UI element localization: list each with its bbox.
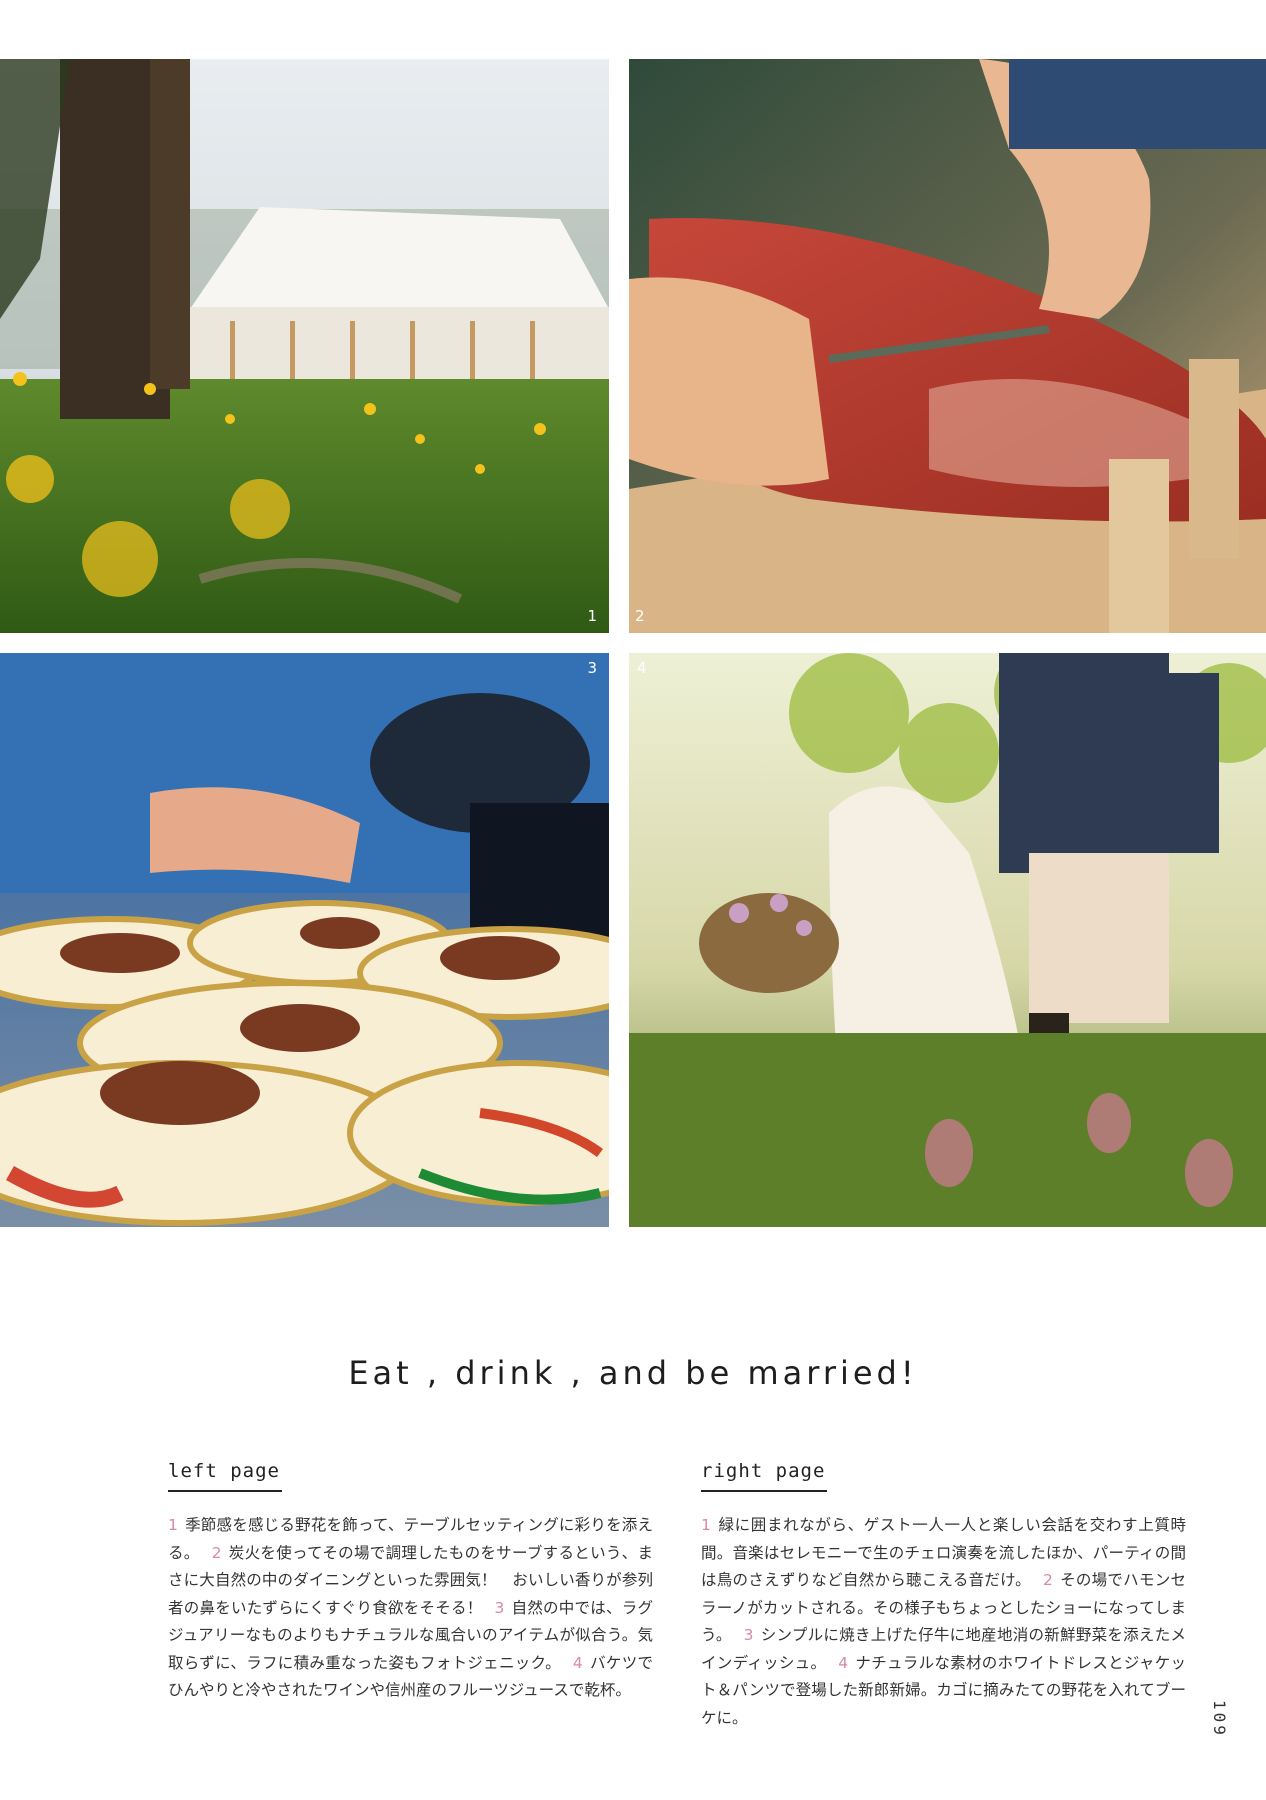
caption-number: 3 [494,1598,505,1617]
photo-ham-carving: 2 [629,59,1266,633]
photo-tent-field: 1 [0,59,609,633]
page-number: 109 [1210,1700,1229,1738]
caption-number: 4 [572,1653,583,1672]
photo-number-2: 2 [635,607,645,625]
photo-number-3: 3 [587,659,597,677]
photo-number-4: 4 [637,659,647,677]
caption-number: 1 [701,1516,711,1534]
right-page-captions: right page 1 緑に囲まれながら、ゲスト一人一人と楽しい会話を交わす上質… [701,1460,1186,1732]
left-page-label: left page [168,1460,282,1492]
caption-number: 2 [1042,1571,1053,1589]
photo-bride-and-groom: 4 [629,653,1266,1227]
caption-number: 4 [838,1653,849,1672]
photo-plated-lamb: 3 [0,653,609,1227]
left-page-caption-text: 1 季節感を感じる野花を飾って、テーブルセッティングに彩りを添える。 2 炭火を使って… [168,1512,653,1705]
right-page-label: right page [701,1460,828,1492]
left-page-captions: left page 1 季節感を感じる野花を飾って、テーブルセッティングに彩りを添… [168,1460,653,1705]
caption-number: 1 [168,1516,178,1534]
caption-number: 3 [743,1626,754,1644]
right-page-caption-text: 1 緑に囲まれながら、ゲスト一人一人と楽しい会話を交わす上質時間。音楽はセレモニー… [701,1512,1186,1732]
page-headline: Eat , drink , and be married! [348,1354,918,1392]
caption-number: 2 [211,1543,222,1562]
photo-number-1: 1 [587,607,597,625]
